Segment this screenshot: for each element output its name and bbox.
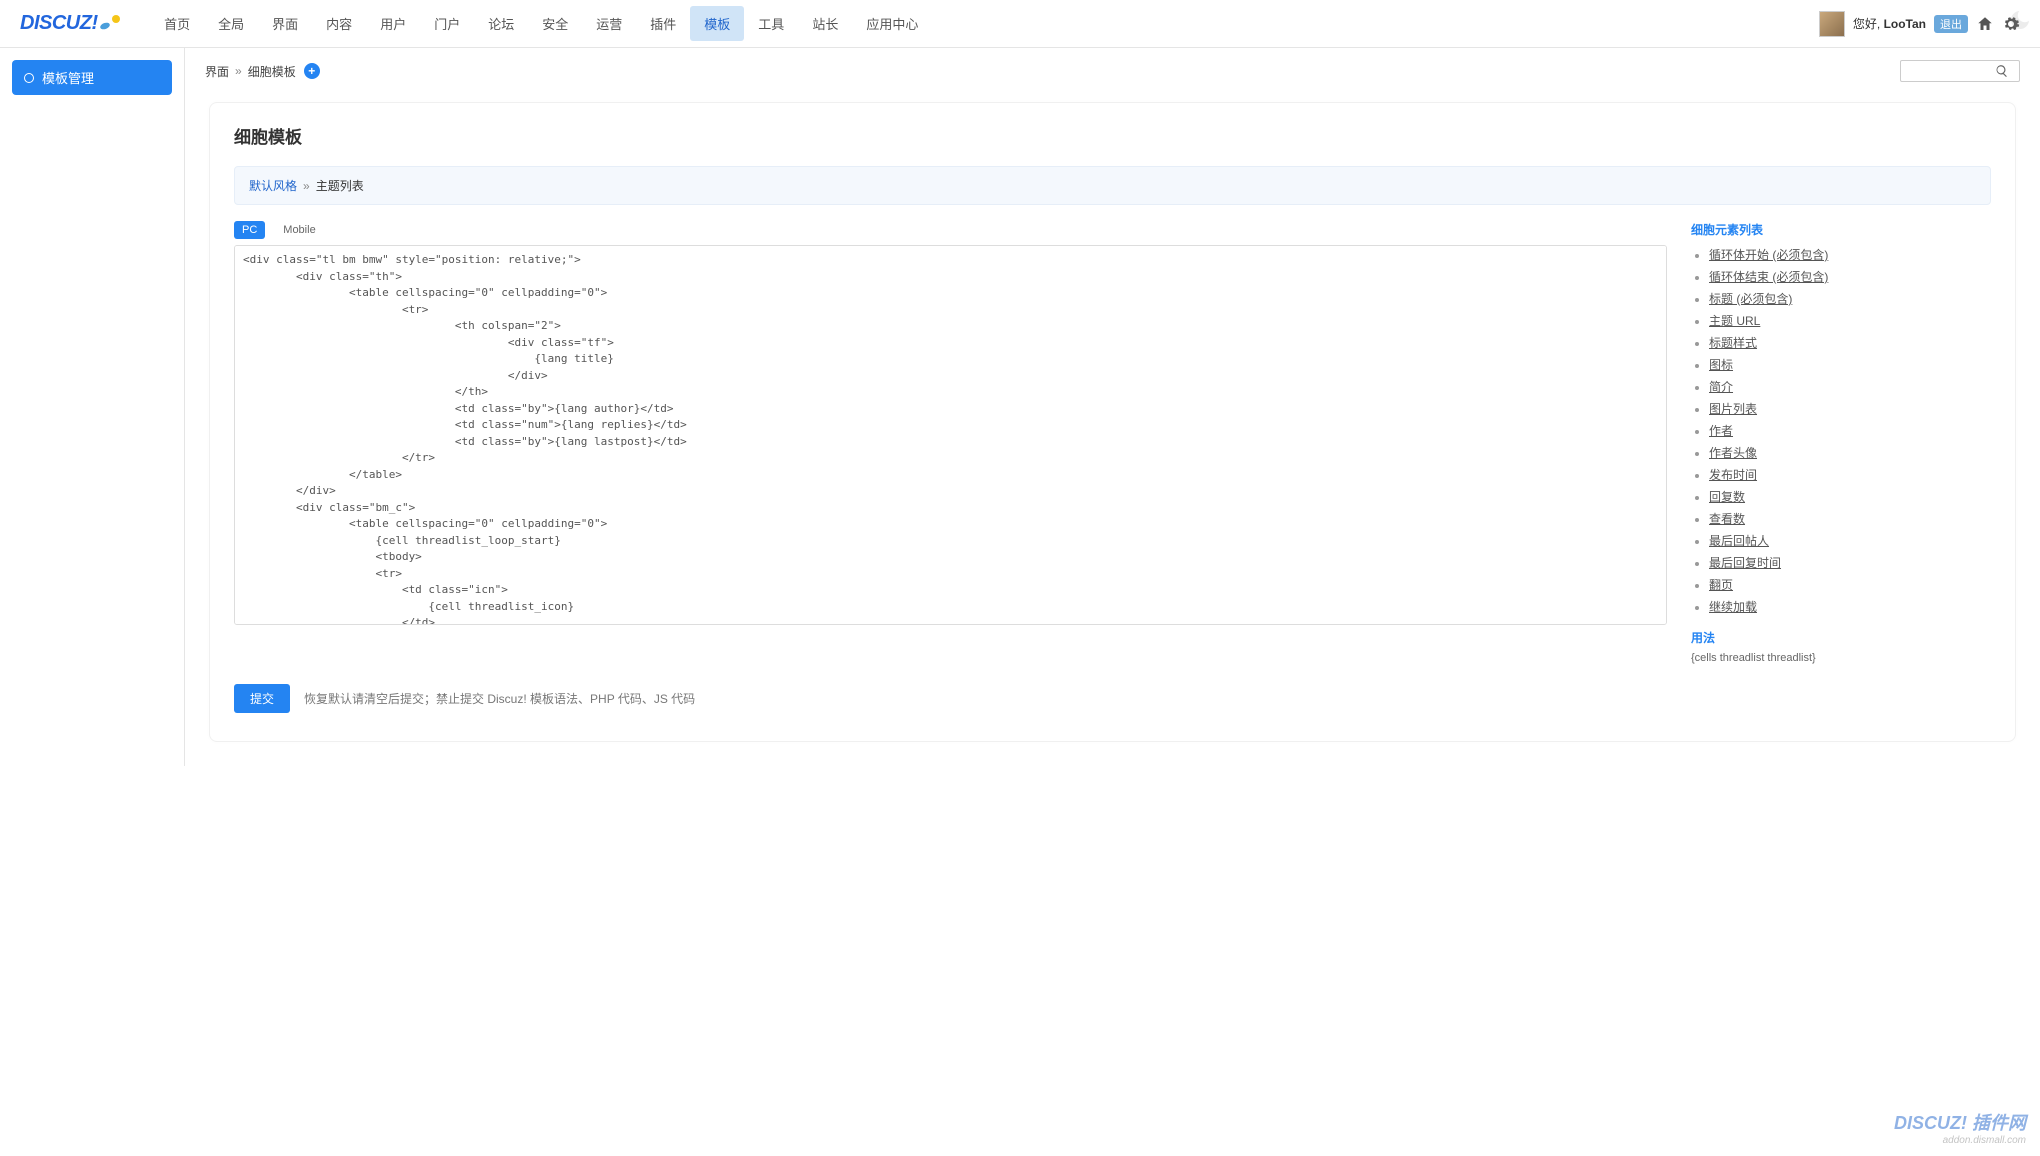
- element-list-item: 翻页: [1709, 576, 1991, 593]
- element-panel: 细胞元素列表 循环体开始 (必须包含) 循环体结束 (必须包含) 标题 (必须包含)…: [1691, 221, 1991, 664]
- top-nav: 首页全局界面内容用户门户论坛安全运营插件模板工具站长应用中心: [150, 6, 1819, 41]
- top-nav-item[interactable]: 内容: [312, 6, 366, 41]
- top-nav-item[interactable]: 界面: [258, 6, 312, 41]
- element-link[interactable]: 图片列表: [1709, 402, 1757, 416]
- submit-button[interactable]: 提交: [234, 684, 290, 713]
- element-list-item: 作者: [1709, 422, 1991, 439]
- submit-hint: 恢复默认请清空后提交；禁止提交 Discuz! 模板语法、PHP 代码、JS 代…: [304, 690, 695, 707]
- element-list-item: 最后回复时间: [1709, 554, 1991, 571]
- top-nav-item[interactable]: 首页: [150, 6, 204, 41]
- crumb-sep: »: [235, 64, 242, 78]
- top-nav-item[interactable]: 安全: [528, 6, 582, 41]
- element-link[interactable]: 回复数: [1709, 490, 1745, 504]
- moon-icon: [2008, 8, 2032, 35]
- card: 细胞模板 默认风格 » 主题列表 PC Mobile 细胞元素列表 循环体开始 …: [209, 102, 2016, 742]
- element-list-item: 查看数: [1709, 510, 1991, 527]
- greeting: 您好, LooTan: [1853, 15, 1926, 32]
- main: 界面 » 细胞模板 + 细胞模板 默认风格 » 主题列表 PC: [184, 48, 2040, 766]
- logo[interactable]: DISCUZ!: [20, 12, 120, 35]
- element-link[interactable]: 标题样式: [1709, 336, 1757, 350]
- sidebar-item-manage[interactable]: 模板管理: [12, 60, 172, 95]
- editor-tabs: PC Mobile: [234, 221, 1667, 239]
- element-list-item: 标题 (必须包含): [1709, 290, 1991, 307]
- watermark: DISCUZ! 插件网 addon.dismall.com: [1894, 1109, 2026, 1146]
- element-link[interactable]: 主题 URL: [1709, 314, 1760, 328]
- element-list-item: 简介: [1709, 378, 1991, 395]
- logo-swish-icon: [100, 17, 120, 31]
- usage-title: 用法: [1691, 629, 1991, 646]
- element-list-item: 作者头像: [1709, 444, 1991, 461]
- avatar[interactable]: [1819, 11, 1845, 37]
- element-list-item: 发布时间: [1709, 466, 1991, 483]
- element-list-item: 标题样式: [1709, 334, 1991, 351]
- top-nav-item[interactable]: 运营: [582, 6, 636, 41]
- crumb-b[interactable]: 细胞模板: [248, 63, 296, 80]
- element-list-item: 最后回帖人: [1709, 532, 1991, 549]
- element-list-item: 图标: [1709, 356, 1991, 373]
- element-link[interactable]: 标题 (必须包含): [1709, 292, 1792, 306]
- element-link[interactable]: 作者头像: [1709, 446, 1757, 460]
- element-list-item: 循环体结束 (必须包含): [1709, 268, 1991, 285]
- element-link[interactable]: 简介: [1709, 380, 1733, 394]
- element-list-item: 循环体开始 (必须包含): [1709, 246, 1991, 263]
- logo-text: DISCUZ: [20, 12, 91, 35]
- search-box[interactable]: [1900, 60, 2020, 82]
- element-link[interactable]: 发布时间: [1709, 468, 1757, 482]
- element-list-item: 主题 URL: [1709, 312, 1991, 329]
- top-nav-item[interactable]: 论坛: [474, 6, 528, 41]
- element-link[interactable]: 最后回复时间: [1709, 556, 1781, 570]
- top-nav-item[interactable]: 模板: [690, 6, 744, 41]
- element-link[interactable]: 图标: [1709, 358, 1733, 372]
- search-icon[interactable]: [1995, 64, 2009, 78]
- element-list-item: 图片列表: [1709, 400, 1991, 417]
- element-list-item: 回复数: [1709, 488, 1991, 505]
- element-link[interactable]: 作者: [1709, 424, 1733, 438]
- crumb-a[interactable]: 界面: [205, 63, 229, 80]
- top-nav-item[interactable]: 门户: [420, 6, 474, 41]
- top-nav-item[interactable]: 站长: [798, 6, 852, 41]
- top-nav-item[interactable]: 用户: [366, 6, 420, 41]
- usage-code: {cells threadlist threadlist}: [1691, 652, 1991, 664]
- element-link[interactable]: 继续加载: [1709, 600, 1757, 614]
- element-link[interactable]: 最后回帖人: [1709, 534, 1769, 548]
- sub-breadcrumb: 默认风格 » 主题列表: [234, 166, 1991, 205]
- sub-crumb-a[interactable]: 默认风格: [249, 177, 297, 194]
- add-button[interactable]: +: [304, 63, 320, 79]
- element-list-title: 细胞元素列表: [1691, 221, 1991, 238]
- element-link[interactable]: 循环体结束 (必须包含): [1709, 270, 1828, 284]
- top-nav-item[interactable]: 工具: [744, 6, 798, 41]
- search-input[interactable]: [1905, 65, 1995, 77]
- tab-pc[interactable]: PC: [234, 221, 265, 239]
- top-nav-item[interactable]: 应用中心: [852, 6, 932, 41]
- header: DISCUZ! 首页全局界面内容用户门户论坛安全运营插件模板工具站长应用中心 您…: [0, 0, 2040, 48]
- element-link[interactable]: 循环体开始 (必须包含): [1709, 248, 1828, 262]
- sidebar-item-label: 模板管理: [42, 68, 94, 87]
- element-link[interactable]: 查看数: [1709, 512, 1745, 526]
- home-icon[interactable]: [1976, 15, 1994, 33]
- top-nav-item[interactable]: 全局: [204, 6, 258, 41]
- sidebar: 模板管理: [0, 48, 184, 766]
- header-right: 您好, LooTan 退出: [1819, 11, 2020, 37]
- element-list-item: 继续加载: [1709, 598, 1991, 615]
- tab-mobile[interactable]: Mobile: [275, 221, 323, 239]
- page-title: 细胞模板: [234, 123, 1991, 148]
- breadcrumb: 界面 » 细胞模板 +: [185, 48, 2040, 94]
- sub-crumb-b: 主题列表: [316, 177, 364, 194]
- element-link[interactable]: 翻页: [1709, 578, 1733, 592]
- logout-button[interactable]: 退出: [1934, 15, 1968, 33]
- top-nav-item[interactable]: 插件: [636, 6, 690, 41]
- sub-crumb-sep: »: [303, 179, 310, 193]
- code-textarea[interactable]: [234, 245, 1667, 625]
